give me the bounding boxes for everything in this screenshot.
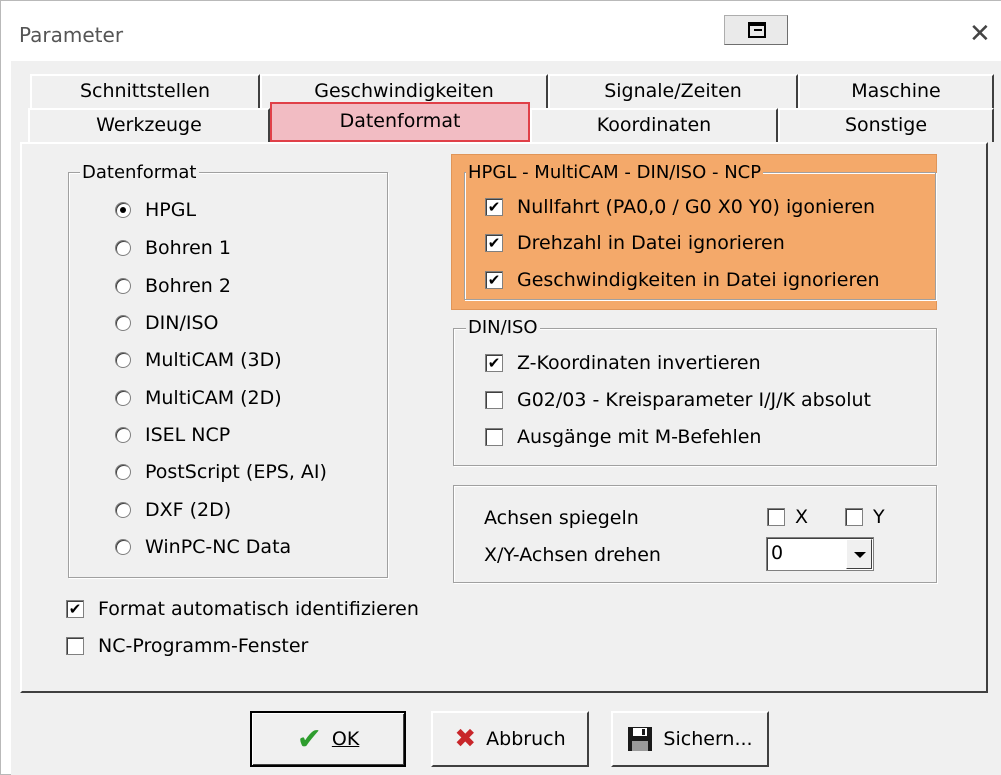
- radio-bohren-1[interactable]: Bohren 1: [115, 234, 231, 262]
- restore-window-icon: [748, 22, 766, 38]
- rotate-axes-value: 0: [771, 542, 784, 564]
- tab-sonstige[interactable]: Sonstige: [778, 108, 994, 142]
- checkbox[interactable]: [845, 508, 863, 526]
- din-iso-group-title: DIN/ISO: [466, 317, 540, 338]
- floppy-disk-icon: [628, 727, 653, 751]
- save-button[interactable]: Sichern...: [611, 711, 769, 767]
- radio-label: WinPC-NC Data: [145, 536, 292, 558]
- check-ausgaenge[interactable]: Ausgänge mit M-Befehlen: [485, 423, 761, 451]
- checkbox-label: Geschwindigkeiten in Datei ignorieren: [517, 269, 880, 291]
- checkbox[interactable]: [485, 391, 503, 409]
- radio-label: PostScript (EPS, AI): [145, 461, 327, 483]
- tab-koordinaten[interactable]: Koordinaten: [530, 108, 778, 142]
- tab-signale-zeiten[interactable]: Signale/Zeiten: [548, 74, 798, 108]
- cancel-x-icon: ✖: [454, 724, 477, 754]
- radio-bohren-2[interactable]: Bohren 2: [115, 272, 231, 300]
- checkbox[interactable]: ✔: [485, 198, 503, 216]
- radio-label: MultiCAM (2D): [145, 387, 282, 409]
- save-button-label: Sichern...: [663, 728, 753, 750]
- ok-button-label: OK: [331, 728, 360, 750]
- checkbox-label: Drehzahl in Datei ignorieren: [517, 232, 785, 254]
- mirror-axes-label: Achsen spiegeln: [484, 507, 639, 529]
- rotate-axes-select[interactable]: 0: [766, 537, 874, 571]
- datenformat-group-title: Datenformat: [80, 162, 199, 183]
- checkbox[interactable]: [485, 428, 503, 446]
- radio-button[interactable]: [115, 315, 131, 331]
- checkbox-label: G02/03 - Kreisparameter I/J/K absolut: [517, 389, 871, 411]
- radio-button[interactable]: [115, 278, 131, 294]
- tab-datenformat[interactable]: Datenformat: [270, 102, 530, 142]
- checkbox-label: X: [795, 506, 809, 528]
- radio-label: DIN/ISO: [145, 312, 219, 334]
- radio-dxf-2d[interactable]: DXF (2D): [115, 496, 231, 524]
- check-nc-programm-fenster[interactable]: NC-Programm-Fenster: [66, 632, 308, 660]
- radio-label: DXF (2D): [145, 499, 232, 521]
- tab-schnittstellen[interactable]: Schnittstellen: [30, 74, 260, 108]
- ok-button[interactable]: ✔ OK: [250, 711, 406, 767]
- check-mirror-y[interactable]: Y: [845, 503, 885, 531]
- checkbox-label: Ausgänge mit M-Befehlen: [517, 426, 762, 448]
- checkbox[interactable]: [66, 637, 84, 655]
- tab-maschine[interactable]: Maschine: [798, 74, 994, 108]
- close-icon[interactable]: ✕: [969, 21, 991, 47]
- check-nullfahrt[interactable]: ✔ Nullfahrt (PA0,0 / G0 X0 Y0) igonieren: [485, 193, 875, 221]
- window-mode-button[interactable]: [724, 15, 788, 45]
- check-kreisparameter[interactable]: G02/03 - Kreisparameter I/J/K absolut: [485, 386, 871, 414]
- checkbox[interactable]: ✔: [66, 600, 84, 618]
- radio-button[interactable]: [115, 502, 131, 518]
- hpgl-group-title: HPGL - MultiCAM - DIN/ISO - NCP: [466, 162, 764, 183]
- chevron-down-icon[interactable]: [846, 539, 872, 569]
- radio-isel-ncp[interactable]: ISEL NCP: [115, 421, 230, 449]
- check-mirror-x[interactable]: X: [767, 503, 808, 531]
- radio-button[interactable]: [115, 352, 131, 368]
- window-title: Parameter: [19, 23, 124, 47]
- radio-multicam-2d[interactable]: MultiCAM (2D): [115, 384, 282, 412]
- radio-button[interactable]: [115, 240, 131, 256]
- radio-button[interactable]: [115, 390, 131, 406]
- checkbox-label: NC-Programm-Fenster: [98, 635, 309, 657]
- checkbox[interactable]: [767, 508, 785, 526]
- cancel-button-label: Abbruch: [486, 728, 566, 750]
- radio-label: MultiCAM (3D): [145, 349, 282, 371]
- radio-button[interactable]: [115, 539, 131, 555]
- checkbox-label: Format automatisch identifizieren: [98, 598, 419, 620]
- radio-label: HPGL: [145, 199, 197, 221]
- radio-label: Bohren 1: [145, 237, 231, 259]
- cancel-button[interactable]: ✖ Abbruch: [431, 711, 589, 767]
- check-drehzahl[interactable]: ✔ Drehzahl in Datei ignorieren: [485, 229, 785, 257]
- checkbox[interactable]: ✔: [485, 234, 503, 252]
- tab-werkzeuge[interactable]: Werkzeuge: [28, 108, 270, 142]
- check-z-koordinaten[interactable]: ✔ Z-Koordinaten invertieren: [485, 349, 761, 377]
- radio-button[interactable]: [115, 464, 131, 480]
- radio-label: Bohren 2: [145, 275, 231, 297]
- checkbox[interactable]: ✔: [485, 271, 503, 289]
- checkbox-label: Y: [873, 506, 885, 528]
- radio-multicam-3d[interactable]: MultiCAM (3D): [115, 346, 282, 374]
- radio-label: ISEL NCP: [145, 424, 231, 446]
- radio-hpgl[interactable]: HPGL: [115, 196, 196, 224]
- check-icon: ✔: [296, 721, 322, 757]
- radio-postscript[interactable]: PostScript (EPS, AI): [115, 458, 327, 486]
- check-geschwindigkeiten[interactable]: ✔ Geschwindigkeiten in Datei ignorieren: [485, 266, 880, 294]
- title-bar: Parameter ✕: [1, 1, 1001, 61]
- checkbox[interactable]: ✔: [485, 354, 503, 372]
- checkbox-label: Nullfahrt (PA0,0 / G0 X0 Y0) igonieren: [517, 196, 876, 218]
- radio-din-iso[interactable]: DIN/ISO: [115, 309, 218, 337]
- checkbox-label: Z-Koordinaten invertieren: [517, 352, 761, 374]
- radio-button[interactable]: [115, 427, 131, 443]
- rotate-axes-label: X/Y-Achsen drehen: [484, 544, 661, 566]
- check-format-auto[interactable]: ✔ Format automatisch identifizieren: [66, 595, 419, 623]
- radio-winpc-nc-data[interactable]: WinPC-NC Data: [115, 533, 291, 561]
- radio-button[interactable]: [115, 202, 131, 218]
